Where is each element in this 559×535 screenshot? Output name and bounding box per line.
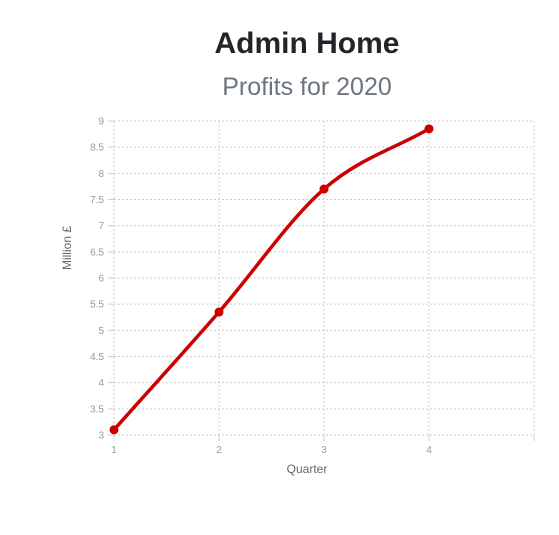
x-tick-label: 4 — [426, 445, 432, 456]
data-point — [319, 184, 329, 194]
y-axis-label: Million £ — [60, 226, 74, 270]
y-tick-label: 5 — [98, 326, 104, 337]
y-tick-label: 7.5 — [90, 195, 104, 206]
y-tick-label: 5.5 — [90, 300, 104, 311]
x-tick-label: 2 — [216, 445, 222, 456]
series-layer — [109, 124, 434, 435]
x-tick-label: 3 — [321, 445, 327, 456]
y-tick-label: 3 — [98, 431, 104, 442]
y-tick-label: 8.5 — [90, 143, 104, 154]
y-tick-label: 8 — [98, 169, 104, 180]
grid-lines — [108, 120, 535, 441]
y-tick-label: 4 — [98, 378, 104, 389]
x-axis-label: Quarter — [287, 462, 328, 476]
y-tick-label: 6 — [98, 274, 104, 285]
y-axis-ticks: 3 3.5 4 4.5 5 5.5 6 6.5 7 7.5 8 8.5 9 — [90, 117, 104, 442]
data-point — [214, 307, 224, 317]
profit-line-chart: 3 3.5 4 4.5 5 5.5 6 6.5 7 7.5 8 8.5 9 1 2 3 4 Quarter M… — [60, 117, 535, 476]
y-tick-label: 6.5 — [90, 247, 104, 258]
y-tick-label: 4.5 — [90, 352, 104, 363]
series-line — [112, 127, 431, 432]
x-tick-label: 1 — [111, 445, 117, 456]
data-point — [424, 124, 434, 134]
y-tick-label: 9 — [98, 117, 104, 128]
x-axis-ticks: 1 2 3 4 — [111, 445, 432, 456]
y-tick-label: 3.5 — [90, 404, 104, 415]
y-tick-label: 7 — [98, 221, 104, 232]
data-point — [109, 425, 119, 435]
